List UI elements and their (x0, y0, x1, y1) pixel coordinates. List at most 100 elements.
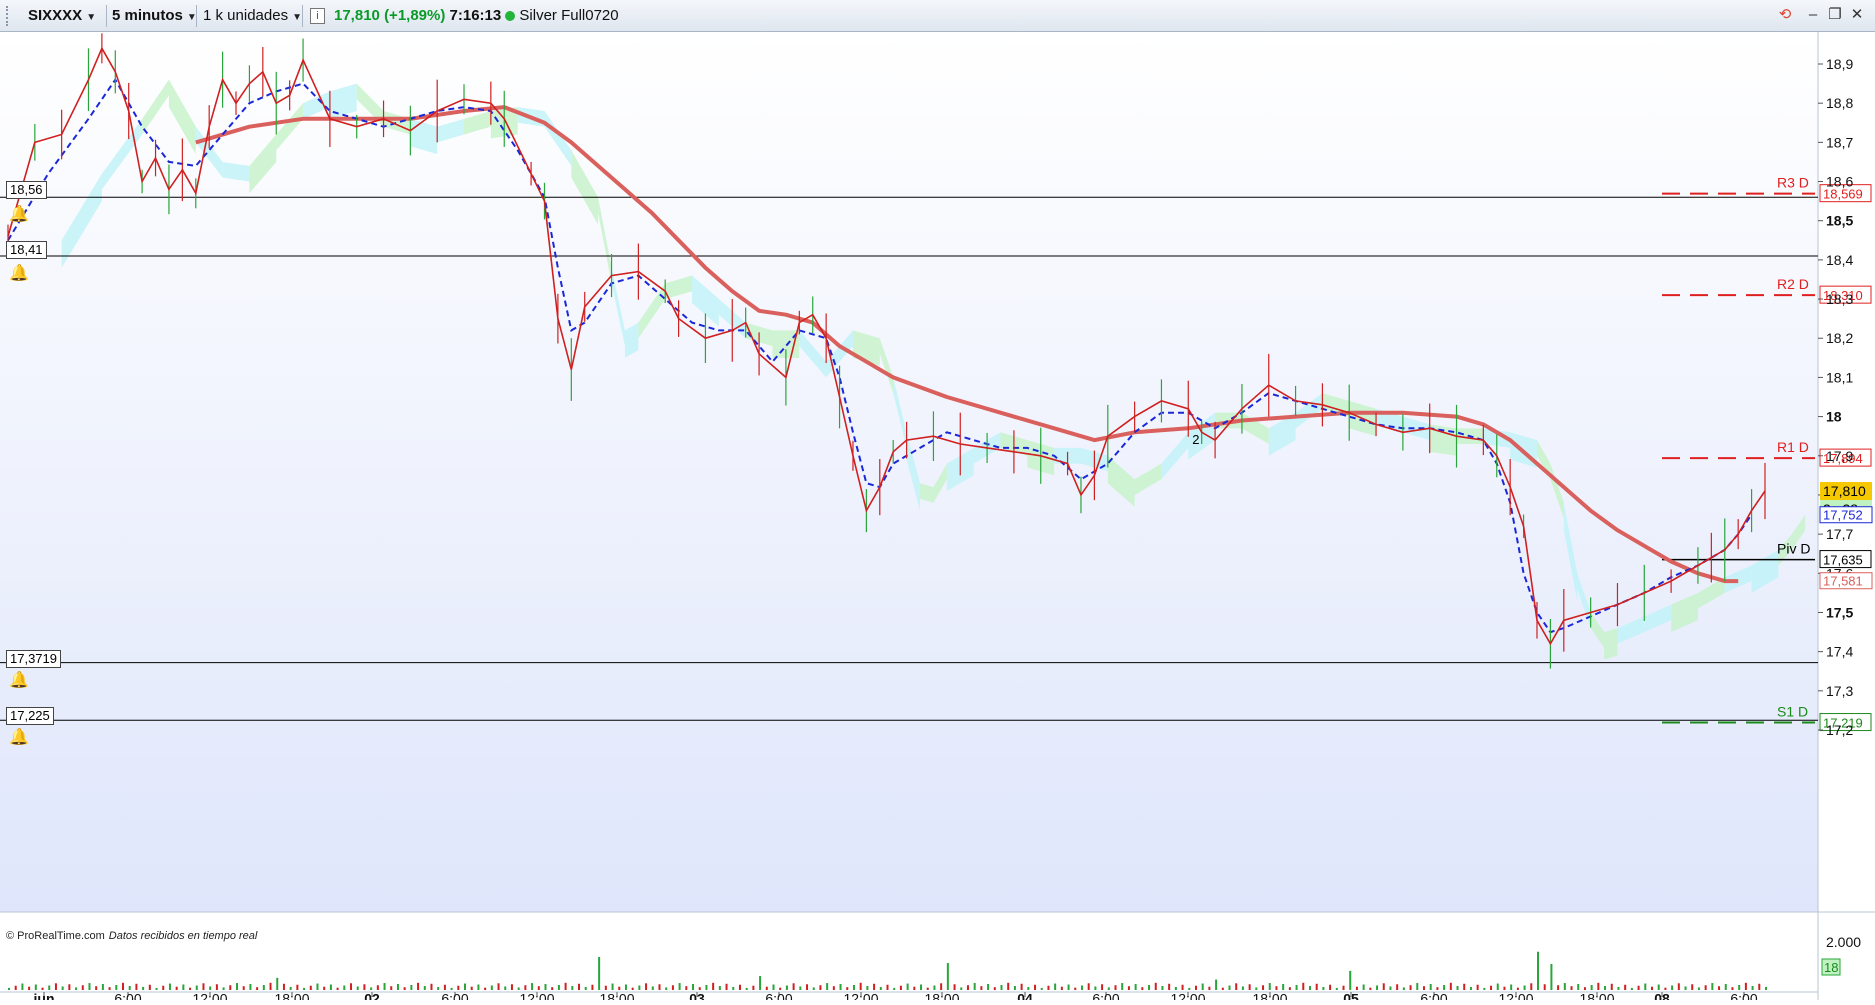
pivot-name: R2 D (1777, 276, 1809, 292)
volume-bar (1034, 984, 1037, 990)
volume-bar (692, 984, 695, 990)
volume-bar (1060, 986, 1063, 990)
volume-bar (1235, 983, 1238, 990)
x-tick-label: 6:00 (114, 990, 141, 1000)
volume-bar (1422, 986, 1425, 990)
volume-bar (1590, 984, 1593, 990)
y-tick-label: 17,9 (1826, 448, 1853, 464)
volume-bar (236, 983, 239, 990)
volume-bar (477, 984, 480, 990)
volume-bar (128, 985, 131, 990)
volume-bar (108, 987, 111, 990)
alert-bell-icon[interactable]: 🔔 (9, 204, 29, 224)
volume-bar (578, 983, 581, 990)
volume-bar (960, 987, 963, 990)
volume-bar (189, 987, 192, 990)
level-label-2[interactable]: 18,41 (6, 241, 47, 259)
chart-canvas[interactable]: R3 D18,569R2 D18,310R1 D17,894Piv D17,63… (0, 32, 1875, 1005)
volume-bar (584, 986, 587, 990)
volume-bar (1530, 983, 1533, 990)
volume-bar (1369, 987, 1372, 990)
copyright-text: © ProRealTime.com (6, 930, 105, 942)
volume-bar (269, 982, 272, 990)
volume-bar (1047, 985, 1050, 990)
x-tick-label: 6:00 (1730, 990, 1757, 1000)
volume-bar (1268, 983, 1271, 990)
restore-icon[interactable]: ❐ (1826, 6, 1844, 24)
volume-bar (1744, 982, 1747, 990)
volume-bar (1758, 983, 1761, 990)
symbol-selector[interactable]: SIXXXX ▼ (28, 4, 96, 28)
volume-bar (282, 983, 285, 990)
volume-bar (873, 983, 876, 990)
volume-bar (886, 984, 889, 990)
units-selector[interactable]: 1 k unidades ▼ (203, 4, 302, 28)
x-tick-label: 04 (1017, 990, 1033, 1000)
x-tick-label: jun (33, 990, 55, 1000)
chevron-down-icon: ▼ (292, 12, 302, 23)
level-label-1[interactable]: 18,56 (6, 181, 47, 199)
volume-bar (1013, 985, 1016, 990)
volume-bar (88, 983, 91, 990)
volume-bar (256, 987, 259, 990)
volume-bar (410, 984, 413, 990)
volume-bar (571, 985, 574, 990)
divider (302, 5, 303, 27)
volume-bar (1597, 982, 1600, 990)
level-label-4[interactable]: 17,225 (6, 707, 54, 725)
volume-bar (966, 985, 969, 990)
x-tick-label: 18:00 (1579, 990, 1614, 1000)
volume-bar (1329, 984, 1332, 990)
volume-bar (852, 984, 855, 990)
volume-bar (470, 986, 473, 990)
alert-bell-icon[interactable]: 🔔 (9, 670, 29, 690)
volume-bar (618, 986, 621, 990)
alert-bell-icon[interactable]: 🔔 (9, 263, 29, 283)
volume-bar (987, 984, 990, 990)
volume-bar (1101, 984, 1104, 990)
volume-bar (738, 984, 741, 990)
volume-bar (785, 985, 788, 990)
drag-grip-icon[interactable] (6, 6, 16, 26)
y-tick-label: 18,1 (1826, 369, 1853, 385)
volume-bar (1677, 983, 1680, 990)
volume-bar (1617, 986, 1620, 990)
volume-bar (1201, 983, 1204, 990)
volume-bar (437, 986, 440, 990)
volume-bar (524, 985, 527, 990)
volume-bar (591, 984, 594, 990)
volume-bar (61, 986, 64, 990)
minimize-icon[interactable]: – (1804, 6, 1822, 24)
alert-bell-icon[interactable]: 🔔 (9, 727, 29, 747)
volume-bar (624, 984, 627, 990)
volume-bar (1228, 985, 1231, 990)
volume-bar (1302, 982, 1305, 990)
close-icon[interactable]: ✕ (1848, 6, 1866, 24)
price-chart[interactable]: R3 D 18,569 R2 D 18,310 R1 D 17,894 Piv D 17,63… (0, 32, 1875, 1005)
volume-bar (1335, 987, 1338, 990)
volume-bar (336, 987, 339, 990)
volume-bar (504, 986, 507, 990)
volume-bar (1718, 986, 1721, 990)
volume-bar (631, 987, 634, 990)
volume-bar (1490, 985, 1493, 990)
volume-bar (1208, 986, 1211, 990)
sync-icon[interactable]: ⟲ (1776, 6, 1794, 24)
volume-bar (1355, 986, 1358, 990)
volume-bar (403, 987, 406, 990)
volume-bar (1563, 983, 1566, 990)
volume-bar (1469, 986, 1472, 990)
info-button[interactable]: i (310, 4, 325, 28)
timeframe-selector[interactable]: 5 minutos ▼ (112, 4, 197, 28)
volume-bar (1248, 984, 1251, 990)
volume-bar (551, 987, 554, 990)
volume-bar (1691, 984, 1694, 990)
volume-bar (356, 986, 359, 990)
level-label-3[interactable]: 17,3719 (6, 650, 61, 668)
volume-bar (122, 982, 125, 990)
volume-bar (1543, 984, 1546, 990)
volume-bar (510, 984, 513, 990)
volume-bar (792, 983, 795, 990)
blue-ma-value: 17,752 (1823, 508, 1863, 523)
volume-bar (725, 983, 728, 990)
